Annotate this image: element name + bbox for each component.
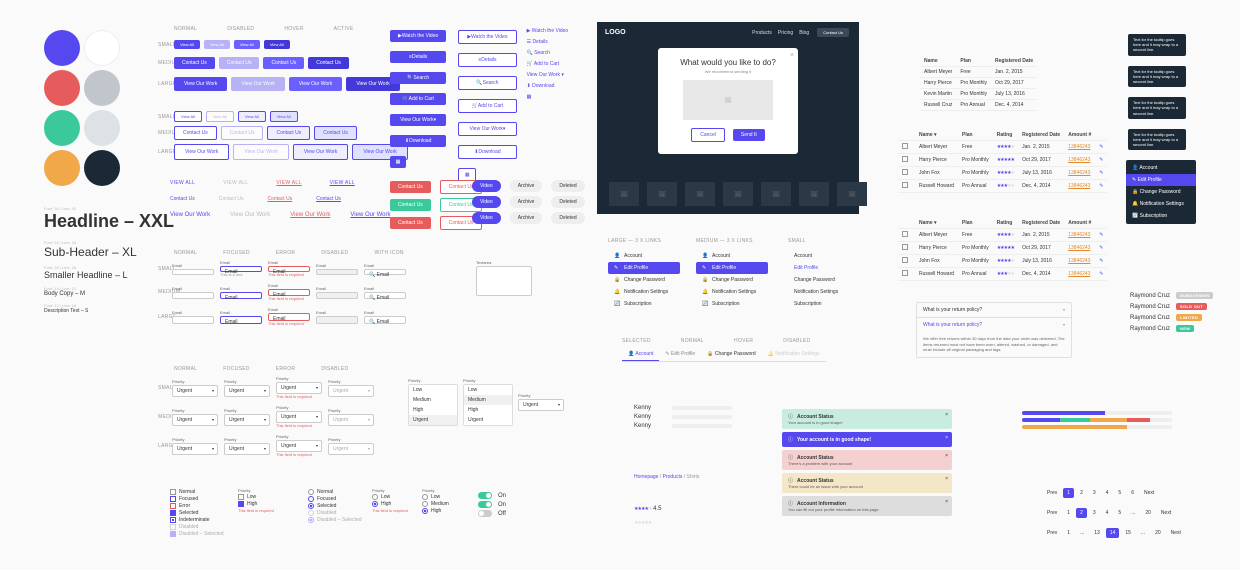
btn-viewall[interactable]: View All [174, 40, 200, 49]
btn-contact[interactable]: Contact Us [174, 57, 215, 69]
cancel-button[interactable]: Cancel [691, 128, 725, 142]
btn-search[interactable]: 🔍 Search [390, 72, 446, 84]
btn-viewall-act[interactable]: View All [264, 40, 290, 49]
vnav-sm: Account Edit Profile Change Password Not… [788, 250, 844, 310]
table-row[interactable]: Harry PiercePro Monthly★★★★★Oct 29, 2017… [898, 154, 1107, 167]
vnav-med: 👤Account ✎Edit Profile 🔒Change Password … [696, 250, 768, 310]
badge-new: NEW [1176, 325, 1194, 332]
col-disabled: DISABLED [227, 26, 254, 32]
table-row[interactable]: Albert MeyerFreeJan. 2, 2015 [920, 67, 1037, 78]
row-small: SMALL [158, 42, 172, 48]
badge-subscriber: SUBSCRIBER [1176, 292, 1213, 299]
body-copy: Body Copy – M [44, 291, 174, 297]
alert: ⓘAccount StatusThere could be an issue w… [782, 473, 952, 493]
tooltip: Text for the tooltip goes here and it ma… [1128, 34, 1186, 56]
col-active: ACTIVE [334, 26, 354, 32]
close-icon[interactable]: × [945, 476, 948, 482]
rad-normal[interactable]: Normal [308, 489, 361, 495]
table-row[interactable]: Kevin MartinPro MonthlyJuly 13, 2016 [920, 89, 1037, 100]
pagination-3: Prev 1 ... 13 14 15 ... 20 Next [1042, 528, 1186, 538]
table-row[interactable]: Russell CruzPro AnnualDec. 4, 2014 [920, 100, 1037, 111]
btn-work-dis: View Our Work [231, 77, 284, 91]
close-icon[interactable]: × [945, 499, 948, 505]
progress [1022, 411, 1172, 415]
logo: LOGO [605, 29, 626, 36]
toggle-on[interactable] [478, 492, 492, 499]
textarea[interactable] [476, 266, 532, 296]
vnav-large: 👤Account ✎Edit Profile 🔒Change Password … [608, 250, 680, 310]
btn-download[interactable]: ⬇ Download [390, 135, 446, 147]
context-menu: 👤 Account ✎ Edit Profile 🔒 Change Passwo… [1126, 160, 1196, 224]
swatch-green [44, 110, 80, 146]
alert: ⓘAccount StatusThere's a problem with yo… [782, 450, 952, 470]
star-rating[interactable]: ★★★★★ 4.5 [634, 506, 661, 512]
btn-contact-hov[interactable]: Contact Us [263, 57, 304, 69]
breadcrumb: Homepage / Products / Shirts [634, 474, 699, 480]
btn-cart[interactable]: 🛒 Add to Cart [390, 93, 446, 105]
alert: ⓘAccount StatusYour account is in good s… [782, 409, 952, 429]
pagination-1: Prev 1 2 3 4 5 6 Next [1042, 488, 1186, 498]
swatch-dark [84, 150, 120, 186]
row-med: MEDIUM [158, 60, 172, 66]
accordion: What is your return policy? What is your… [916, 302, 1072, 358]
btn-contact-dis: Contact Us [219, 57, 260, 69]
close-icon[interactable]: × [945, 435, 948, 441]
swatch-red [44, 70, 80, 106]
btn-viewall-hov[interactable]: View All [234, 40, 260, 49]
close-icon[interactable]: × [790, 52, 794, 59]
table-row[interactable]: John FoxPro Monthly★★★★★July 13, 2016138… [898, 255, 1107, 268]
close-icon[interactable]: × [945, 412, 948, 418]
table-row[interactable]: John FoxPro Monthly★★★★★July 13, 2016138… [898, 167, 1107, 180]
row-lg: LARGE [158, 81, 172, 87]
star-rating-empty[interactable]: ★★★★★ [634, 520, 651, 526]
btn-square[interactable]: ▦ [390, 156, 406, 168]
link-viewall[interactable]: View All [170, 180, 195, 186]
modal-preview: LOGO Products Pricing Blog Contact Us 🖼 … [597, 22, 859, 214]
table-row[interactable]: Russell HowardPro Annual★★★★★Dec. 4, 201… [898, 268, 1107, 281]
btn-details[interactable]: ≡ Details [390, 51, 446, 63]
table-row[interactable]: Albert MeyerFree★★★★★Jan. 2, 20151384624… [898, 141, 1107, 154]
badge-soldout: SOLD OUT [1176, 303, 1207, 310]
desc-text: Description Text – S [44, 308, 174, 314]
swatch-orange [44, 150, 80, 186]
close-icon[interactable]: × [945, 453, 948, 459]
table-simple: NamePlanRegistered Date Albert MeyerFree… [920, 56, 1037, 111]
modal-title: What would you like to do? [668, 58, 788, 67]
table-row[interactable]: Albert MeyerFree★★★★★Jan. 2, 20151384624… [898, 229, 1107, 242]
image-placeholder-icon: 🖼 [683, 80, 773, 120]
btn-work-hov[interactable]: View Our Work [289, 77, 342, 91]
table-row[interactable]: Harry PiercePro MonthlyOct 29, 2017 [920, 78, 1037, 89]
col-hover: HOVER [284, 26, 303, 32]
badge-limited: LIMITED [1176, 314, 1202, 321]
subheader-xl: Sub-Header – XL [44, 245, 174, 259]
chk-normal[interactable]: Normal [170, 489, 223, 495]
dropdown-open[interactable]: LowMediumHighUrgent [408, 384, 458, 426]
btn-viewall-dis: View All [204, 40, 230, 49]
btn-contact-act[interactable]: Contact Us [308, 57, 349, 69]
progress-segmented [1022, 418, 1172, 422]
table-row[interactable]: Russell HowardPro Annual★★★★★Dec. 4, 201… [898, 180, 1107, 193]
send-button[interactable]: Send It [733, 129, 765, 141]
headline-l: Smaller Headline – L [44, 270, 174, 280]
table-full-2: Name ▾PlanRatingRegistered DateAmount # … [898, 218, 1107, 281]
modal-dialog: × What would you like to do? We recommen… [658, 48, 798, 154]
table-row[interactable]: Harry PiercePro Monthly★★★★★Oct 29, 2017… [898, 242, 1107, 255]
btn-watch[interactable]: ▶ Watch the Video [390, 30, 446, 42]
col-normal: NORMAL [174, 26, 197, 32]
table-full: Name ▾PlanRatingRegistered DateAmount # … [898, 130, 1107, 193]
pagination-2: Prev 1 2 3 4 5 ... 20 Next [1042, 508, 1186, 518]
thumb: 🖼 [609, 182, 639, 206]
btn-work-dd[interactable]: View Our Work ▾ [390, 114, 446, 126]
alert: ⓘYour account is in good shape!× [782, 432, 952, 447]
tabs: 👤 Account ✎ Edit Profile 🔒 Change Passwo… [622, 348, 826, 362]
btn-work[interactable]: View Our Work [174, 77, 227, 91]
swatch-primary [44, 30, 80, 66]
alert: ⓘAccount InformationYou can fill out you… [782, 496, 952, 516]
swatch-gray [84, 70, 120, 106]
headline-xxl: Headline – XXL [44, 211, 174, 232]
swatch-white [84, 30, 120, 66]
toggle-off[interactable] [478, 510, 492, 517]
swatch-lightgray [84, 110, 120, 146]
